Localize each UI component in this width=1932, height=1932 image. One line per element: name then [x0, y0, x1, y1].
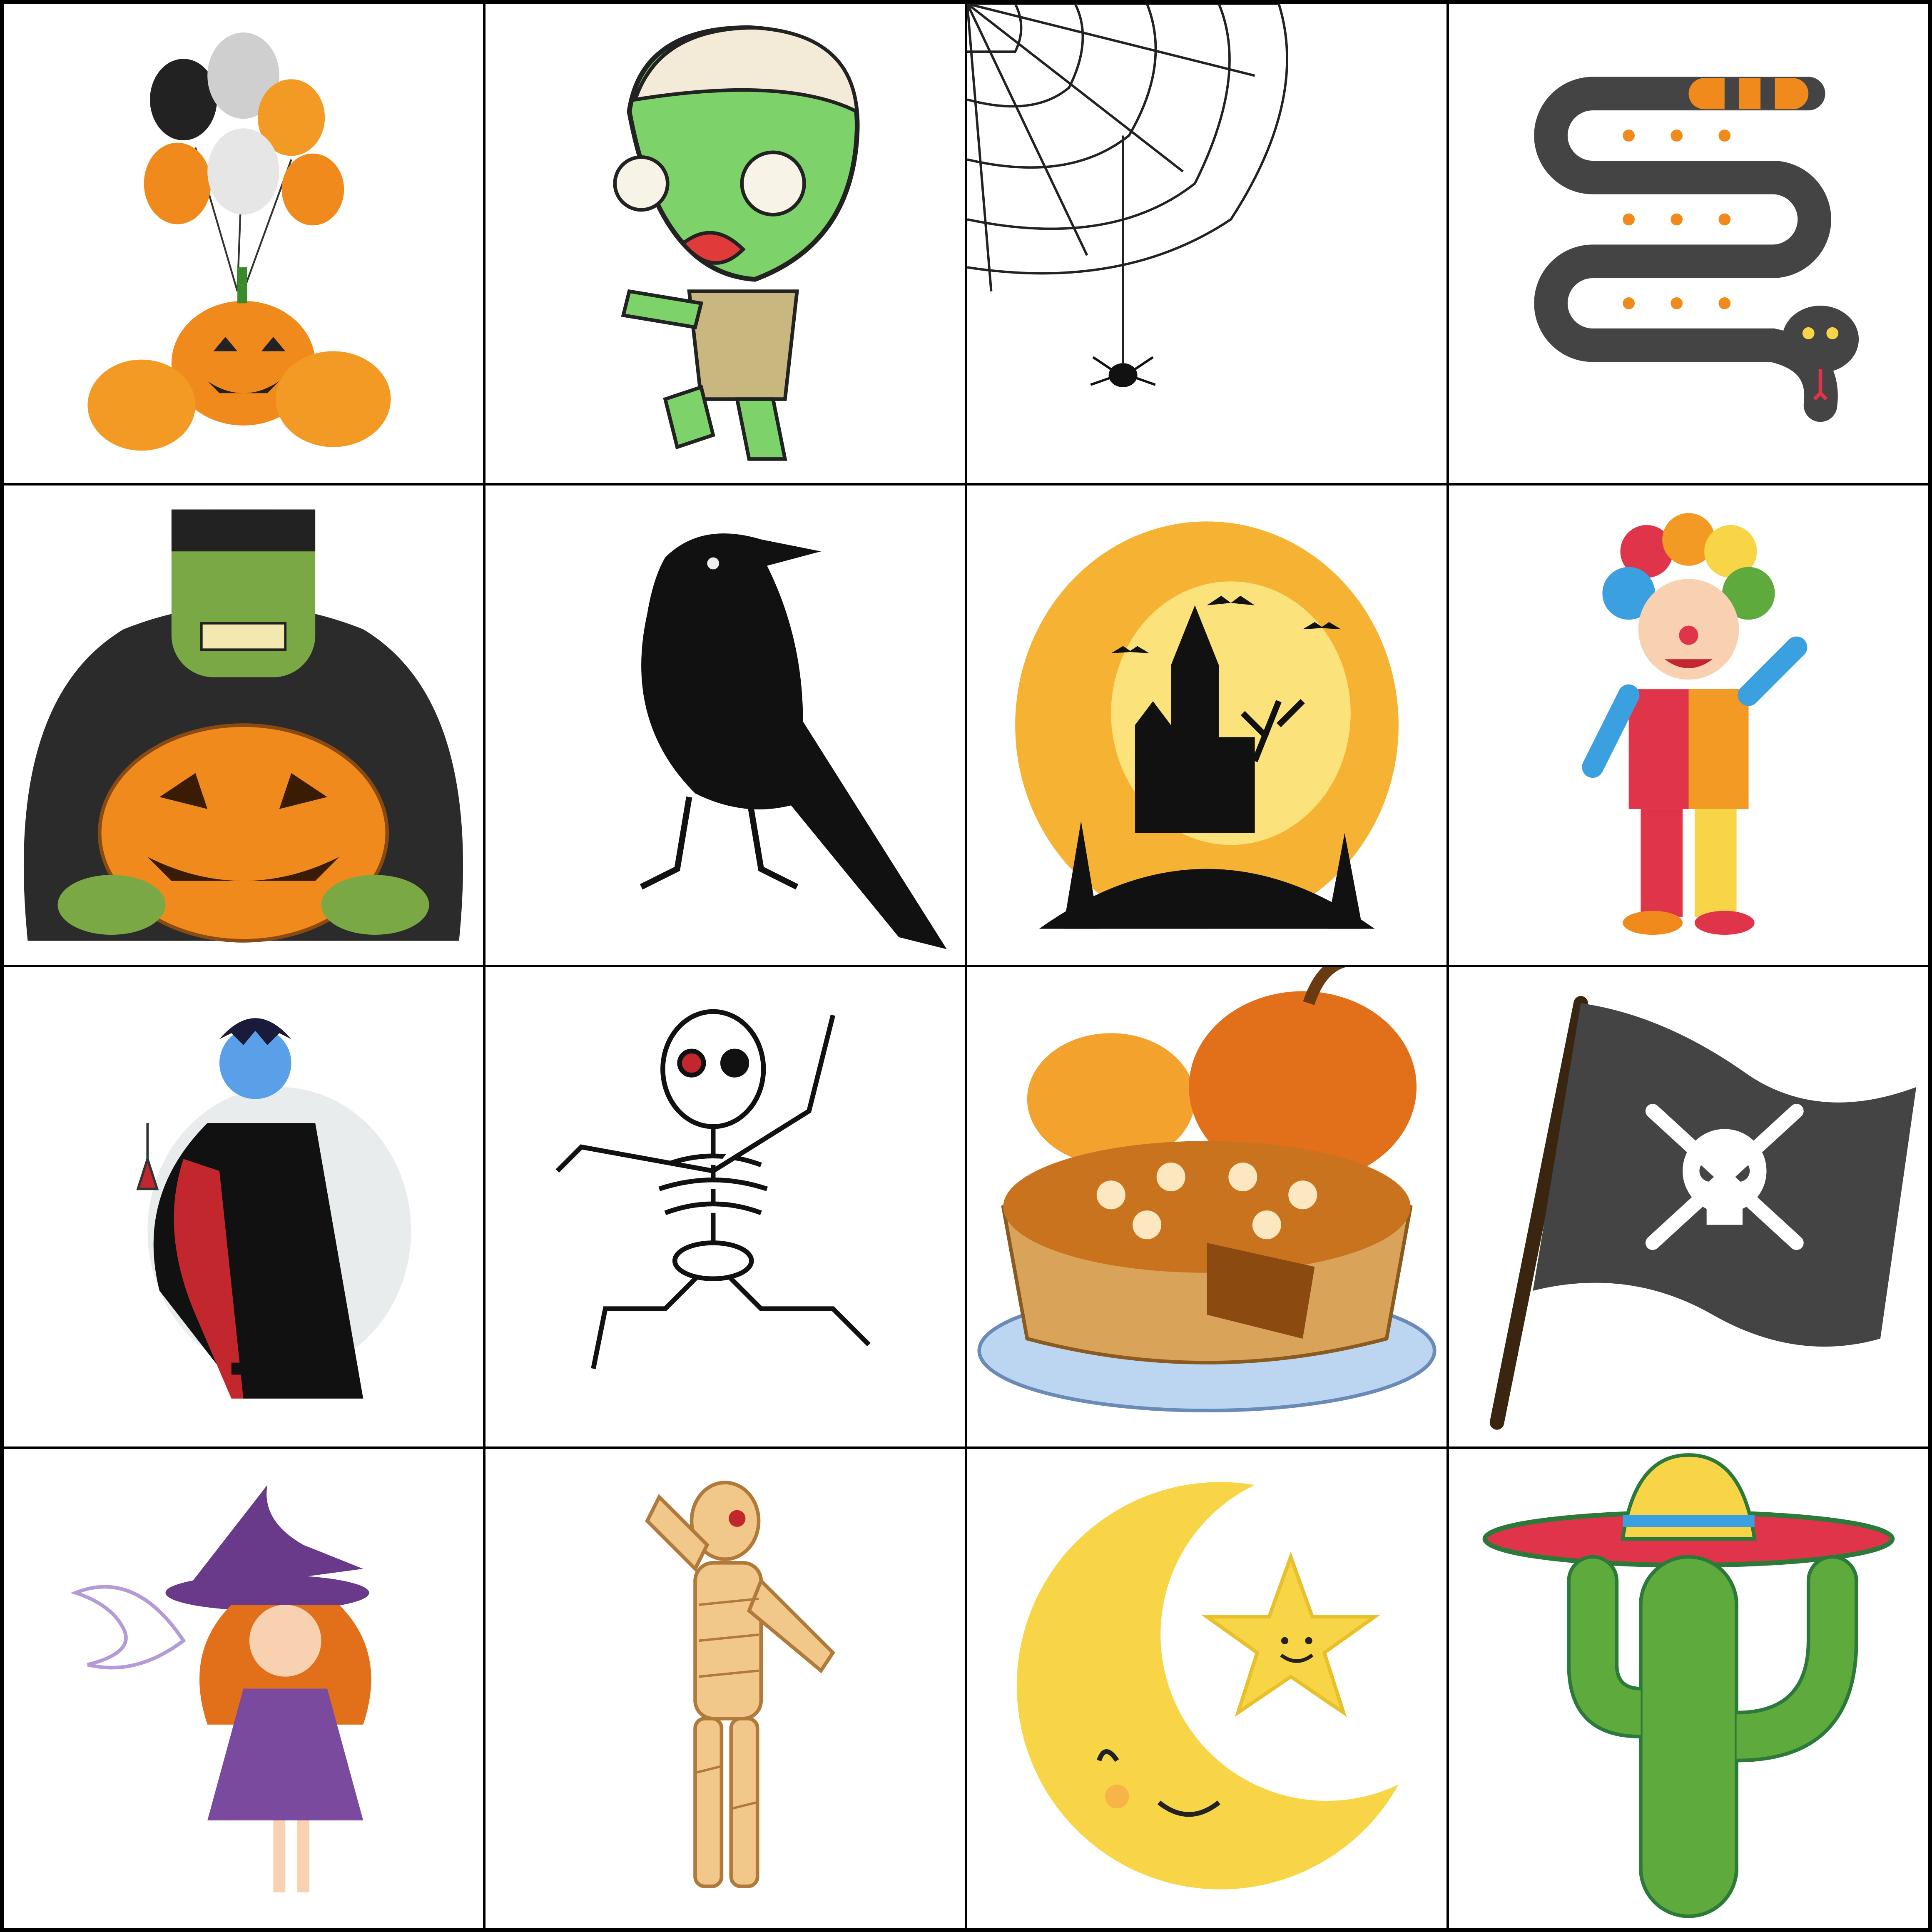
- clown-kid-icon: [1582, 513, 1808, 935]
- cactus-sombrero-icon: [1482, 1453, 1895, 1918]
- cell-zombie: [484, 2, 966, 484]
- snake-icon: [1534, 77, 1859, 422]
- cell-spider-web: [966, 2, 1448, 484]
- cell-snake: [1448, 2, 1930, 484]
- haunted-castle-icon: [1015, 521, 1399, 929]
- spider-web-icon: [967, 4, 1288, 387]
- cell-crow: [484, 484, 966, 966]
- cell-cactus-sombrero: [1448, 1448, 1930, 1930]
- mummy-icon: [645, 1481, 836, 1888]
- frankenstein-pumpkin-icon: [23, 509, 463, 943]
- cell-clown-kid: [1448, 484, 1930, 966]
- cell-pumpkins-balloons: [2, 2, 484, 484]
- zombie-icon: [613, 25, 860, 461]
- cell-pumpkin-pie: [966, 966, 1448, 1448]
- pirate-flag-icon: [1489, 996, 1917, 1430]
- pumpkins-balloons-icon: [87, 32, 391, 451]
- cell-skeleton: [484, 966, 966, 1448]
- witch-girl-icon: [70, 1485, 371, 1892]
- skeleton-icon: [555, 1009, 871, 1369]
- cell-witch-girl: [2, 1448, 484, 1930]
- cell-frankenstein-pumpkin: [2, 484, 484, 966]
- cell-moon-star: [966, 1448, 1448, 1930]
- moon-star-icon: [1016, 1482, 1399, 1890]
- vampire-icon: [136, 1018, 411, 1399]
- crow-icon: [640, 533, 947, 949]
- cell-haunted-castle: [966, 484, 1448, 966]
- cell-vampire: [2, 966, 484, 1448]
- image-grid: [0, 0, 1932, 1932]
- cell-pirate-flag: [1448, 966, 1930, 1448]
- cell-mummy: [484, 1448, 966, 1930]
- pumpkin-pie-icon: [977, 967, 1437, 1412]
